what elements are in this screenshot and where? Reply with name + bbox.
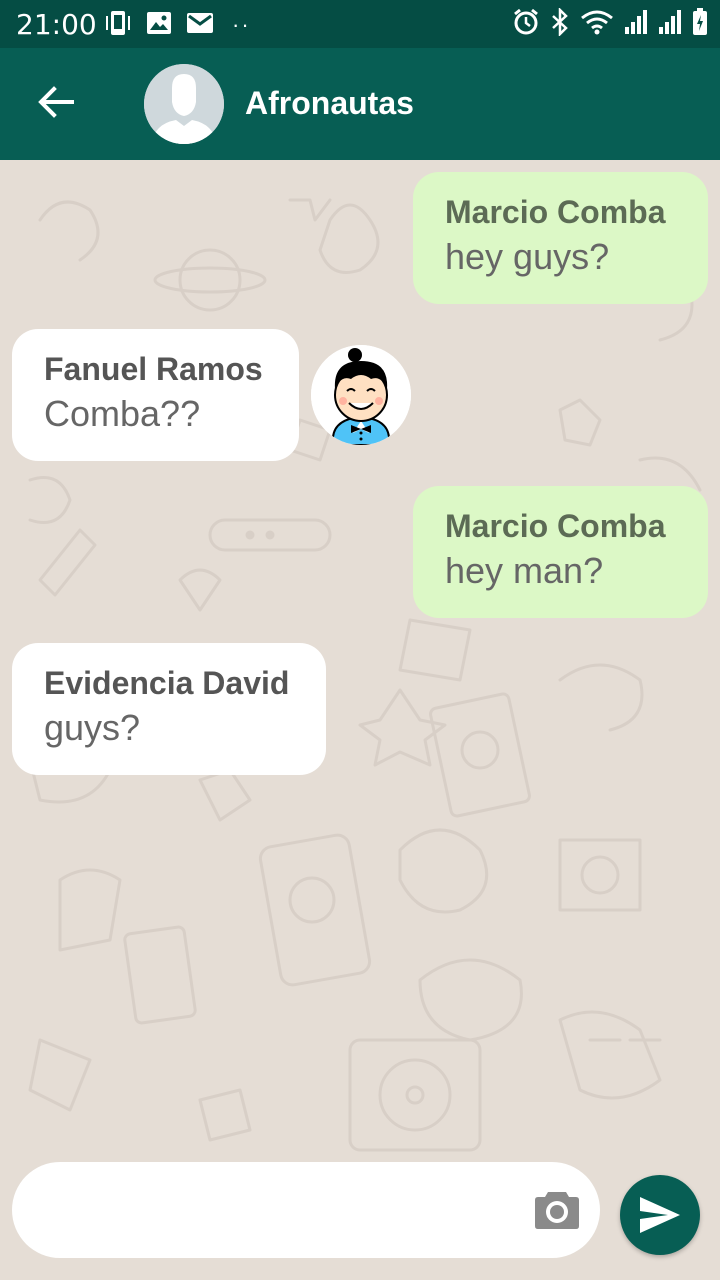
camera-icon [535,1192,579,1229]
back-button[interactable] [28,76,84,132]
message-sender: Marcio Comba [445,194,666,230]
more-notifications-indicator: ·· [232,12,251,37]
status-time: 21:00 [16,8,97,41]
message-bubble-incoming[interactable]: Evidencia David guys? [12,643,326,775]
message-text: hey guys? [445,236,610,277]
message-bubble-outgoing[interactable]: Marcio Comba hey man? [413,486,708,618]
alarm-icon [512,8,540,41]
camera-button[interactable] [534,1188,580,1230]
arrow-back-icon [38,85,74,123]
message-text: guys? [44,707,141,748]
message-text: hey man? [445,550,604,591]
signal-icon [658,9,682,40]
group-title[interactable]: Afronautas [245,85,414,122]
group-avatar[interactable] [144,64,224,144]
message-sender: Marcio Comba [445,508,666,544]
default-avatar-icon [144,64,224,144]
chat-area: Marcio Comba hey guys? Fanuel Ramos Comb… [0,160,720,1280]
mail-icon [186,12,214,39]
status-system-icons [512,6,708,41]
send-icon [640,1197,680,1233]
message-bubble-outgoing[interactable]: Marcio Comba hey guys? [413,172,708,304]
signal-icon [624,9,648,40]
chat-header: Afronautas [0,48,720,160]
bluetooth-icon [550,6,570,41]
message-composer [12,1162,600,1258]
phone-vibrate-icon [104,10,132,41]
image-icon [146,11,172,40]
battery-charging-icon [692,7,708,41]
message-sender: Fanuel Ramos [44,351,263,387]
send-button[interactable] [620,1175,700,1255]
message-bubble-incoming[interactable]: Fanuel Ramos Comba?? [12,329,299,461]
sender-avatar[interactable] [311,345,411,445]
message-text: Comba?? [44,393,201,434]
status-notification-icons: ·· [104,10,251,41]
message-sender: Evidencia David [44,665,290,701]
cartoon-boy-icon [311,345,411,445]
message-input[interactable] [42,1184,522,1236]
wifi-icon [580,9,614,40]
status-bar: 21:00 ·· [0,0,720,48]
